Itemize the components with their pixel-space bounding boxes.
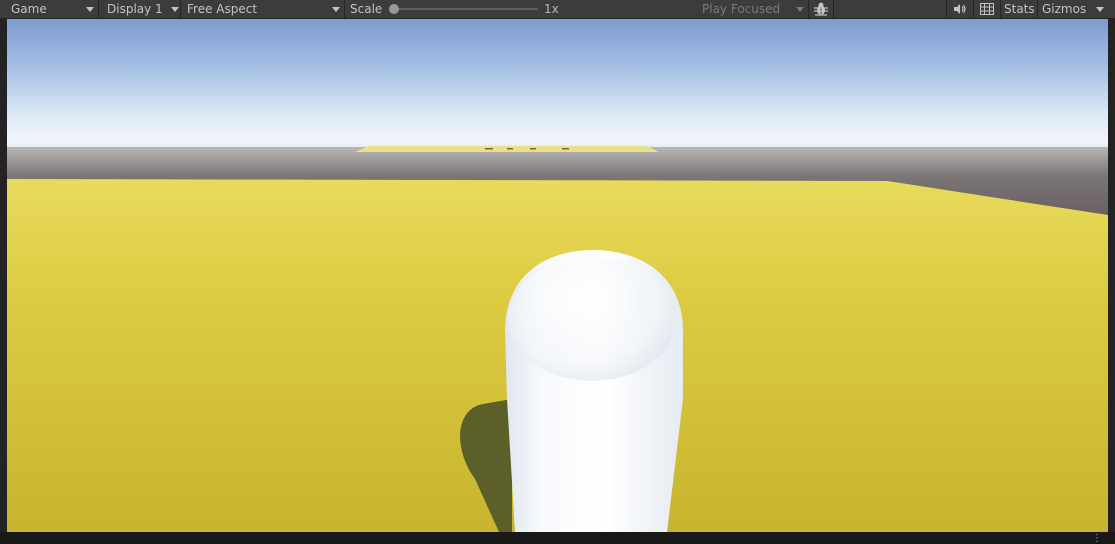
scale-slider[interactable] <box>393 8 538 10</box>
view-mode-label: Game <box>11 2 47 16</box>
mute-audio-toggle[interactable] <box>947 0 973 18</box>
chevron-down-icon <box>796 7 804 12</box>
scale-value: 1x <box>544 2 559 16</box>
display-label: Display 1 <box>107 2 163 16</box>
sky <box>7 19 1108 159</box>
distant-object <box>562 148 569 150</box>
speaker-icon <box>954 4 966 14</box>
aspect-label: Free Aspect <box>187 2 258 16</box>
game-view-toolbar: Game Display 1 Free Aspect Scale 1x Play… <box>0 0 1115 19</box>
play-mode-dropdown[interactable]: Play Focused <box>694 0 808 18</box>
play-mode-label: Play Focused <box>702 2 781 16</box>
chevron-down-icon <box>171 7 179 12</box>
more-dots-icon[interactable]: ⋮ <box>1092 534 1102 544</box>
bug-toggle[interactable] <box>809 0 833 18</box>
keyboard-grid-icon <box>980 3 994 15</box>
stats-label: Stats <box>1004 2 1035 16</box>
gizmos-dropdown[interactable]: Gizmos <box>1038 0 1115 18</box>
display-dropdown[interactable]: Display 1 <box>99 0 179 18</box>
scale-slider-thumb[interactable] <box>389 4 399 14</box>
view-mode-dropdown[interactable]: Game <box>0 0 98 18</box>
game-window: Game Display 1 Free Aspect Scale 1x Play… <box>0 0 1115 544</box>
distant-object <box>507 148 513 150</box>
stats-toggle[interactable]: Stats <box>1001 0 1037 18</box>
status-strip <box>0 532 1115 544</box>
toolbar-separator <box>833 0 834 18</box>
scale-label: Scale <box>350 2 383 16</box>
aspect-dropdown[interactable]: Free Aspect <box>181 0 344 18</box>
game-render <box>7 19 1108 532</box>
chevron-down-icon <box>1096 7 1104 12</box>
distant-object <box>485 148 493 150</box>
bug-icon <box>814 2 828 16</box>
capsule-highlight <box>508 257 676 381</box>
chevron-down-icon <box>86 7 94 12</box>
viewport-left-gutter <box>0 19 7 532</box>
viewport-right-gutter <box>1108 19 1115 532</box>
distant-object <box>530 148 536 150</box>
shortcuts-toggle[interactable] <box>974 0 1000 18</box>
chevron-down-icon <box>332 7 340 12</box>
game-viewport[interactable] <box>7 19 1108 532</box>
gizmos-label: Gizmos <box>1042 2 1087 16</box>
